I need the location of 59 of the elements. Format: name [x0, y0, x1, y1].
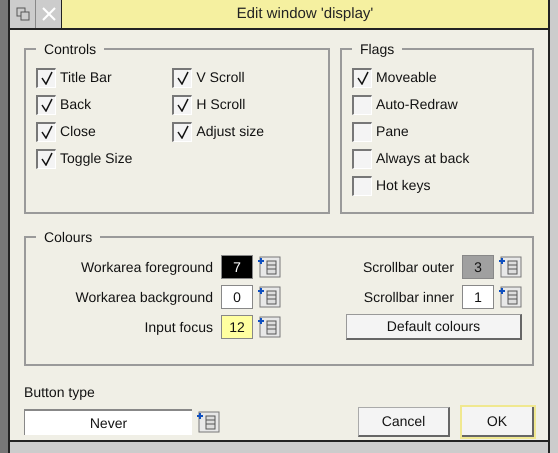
checkbox-label: Moveable: [376, 68, 437, 87]
title-bar[interactable]: Edit window 'display': [62, 0, 548, 28]
colour-field[interactable]: 3: [462, 255, 494, 279]
checkbox-label: Back: [60, 95, 92, 114]
checkbox-label: Toggle Size: [60, 149, 132, 168]
ok-button[interactable]: OK: [462, 407, 534, 437]
checkbox-label: Adjust size: [196, 122, 264, 141]
checkbox-label: Close: [60, 122, 96, 141]
checkbox-label: H Scroll: [196, 95, 246, 114]
field-label: Scrollbar inner: [364, 288, 454, 306]
close-icon[interactable]: [36, 0, 62, 28]
field-label: Workarea background: [76, 288, 213, 307]
tick-icon: [40, 125, 54, 139]
button-type-field[interactable]: Never: [24, 409, 192, 435]
menu-icon[interactable]: [257, 256, 281, 278]
window-title: Edit window 'display': [236, 4, 374, 24]
colour-field[interactable]: 7: [221, 255, 253, 279]
checkbox[interactable]: [36, 122, 56, 142]
field-label: Input focus: [144, 318, 213, 337]
checkbox-label: Pane: [376, 122, 409, 141]
checkbox[interactable]: [352, 148, 372, 168]
tick-icon: [40, 71, 54, 85]
checkbox-label: V Scroll: [196, 68, 245, 87]
back-icon[interactable]: [10, 0, 36, 28]
checkbox-label: Title Bar: [60, 68, 112, 87]
checkbox[interactable]: [172, 122, 192, 142]
field-label: Scrollbar outer: [362, 258, 454, 276]
colour-field[interactable]: 0: [221, 285, 253, 309]
menu-icon[interactable]: [498, 286, 522, 308]
menu-icon[interactable]: [257, 286, 281, 308]
cancel-button[interactable]: Cancel: [358, 407, 450, 437]
tick-icon: [356, 71, 370, 85]
checkbox[interactable]: [352, 176, 372, 196]
checkbox[interactable]: [36, 148, 56, 168]
checkbox[interactable]: [352, 94, 372, 114]
colour-field[interactable]: 1: [462, 285, 494, 309]
checkbox[interactable]: [172, 94, 192, 114]
tick-icon: [40, 152, 54, 166]
tick-icon: [176, 71, 190, 85]
checkbox-label: Always at back: [376, 149, 470, 168]
colour-field[interactable]: 12: [221, 315, 253, 339]
checkbox[interactable]: [352, 122, 372, 142]
field-label: Workarea foreground: [80, 258, 213, 277]
vertical-scrollbar[interactable]: [548, 0, 558, 453]
tick-icon: [176, 125, 190, 139]
checkbox[interactable]: [36, 68, 56, 88]
tick-icon: [40, 98, 54, 112]
menu-icon[interactable]: [196, 411, 220, 433]
tick-icon: [176, 98, 190, 112]
field-label: Button type: [24, 383, 96, 402]
checkbox[interactable]: [36, 94, 56, 114]
checkbox-label: Hot keys: [376, 176, 430, 195]
default-colours-button[interactable]: Default colours: [346, 314, 522, 340]
horizontal-scrollbar[interactable]: [10, 440, 548, 453]
menu-icon[interactable]: [498, 256, 522, 278]
checkbox[interactable]: [172, 68, 192, 88]
checkbox[interactable]: [352, 68, 372, 88]
menu-icon[interactable]: [257, 316, 281, 338]
checkbox-label: Auto-Redraw: [376, 95, 458, 114]
